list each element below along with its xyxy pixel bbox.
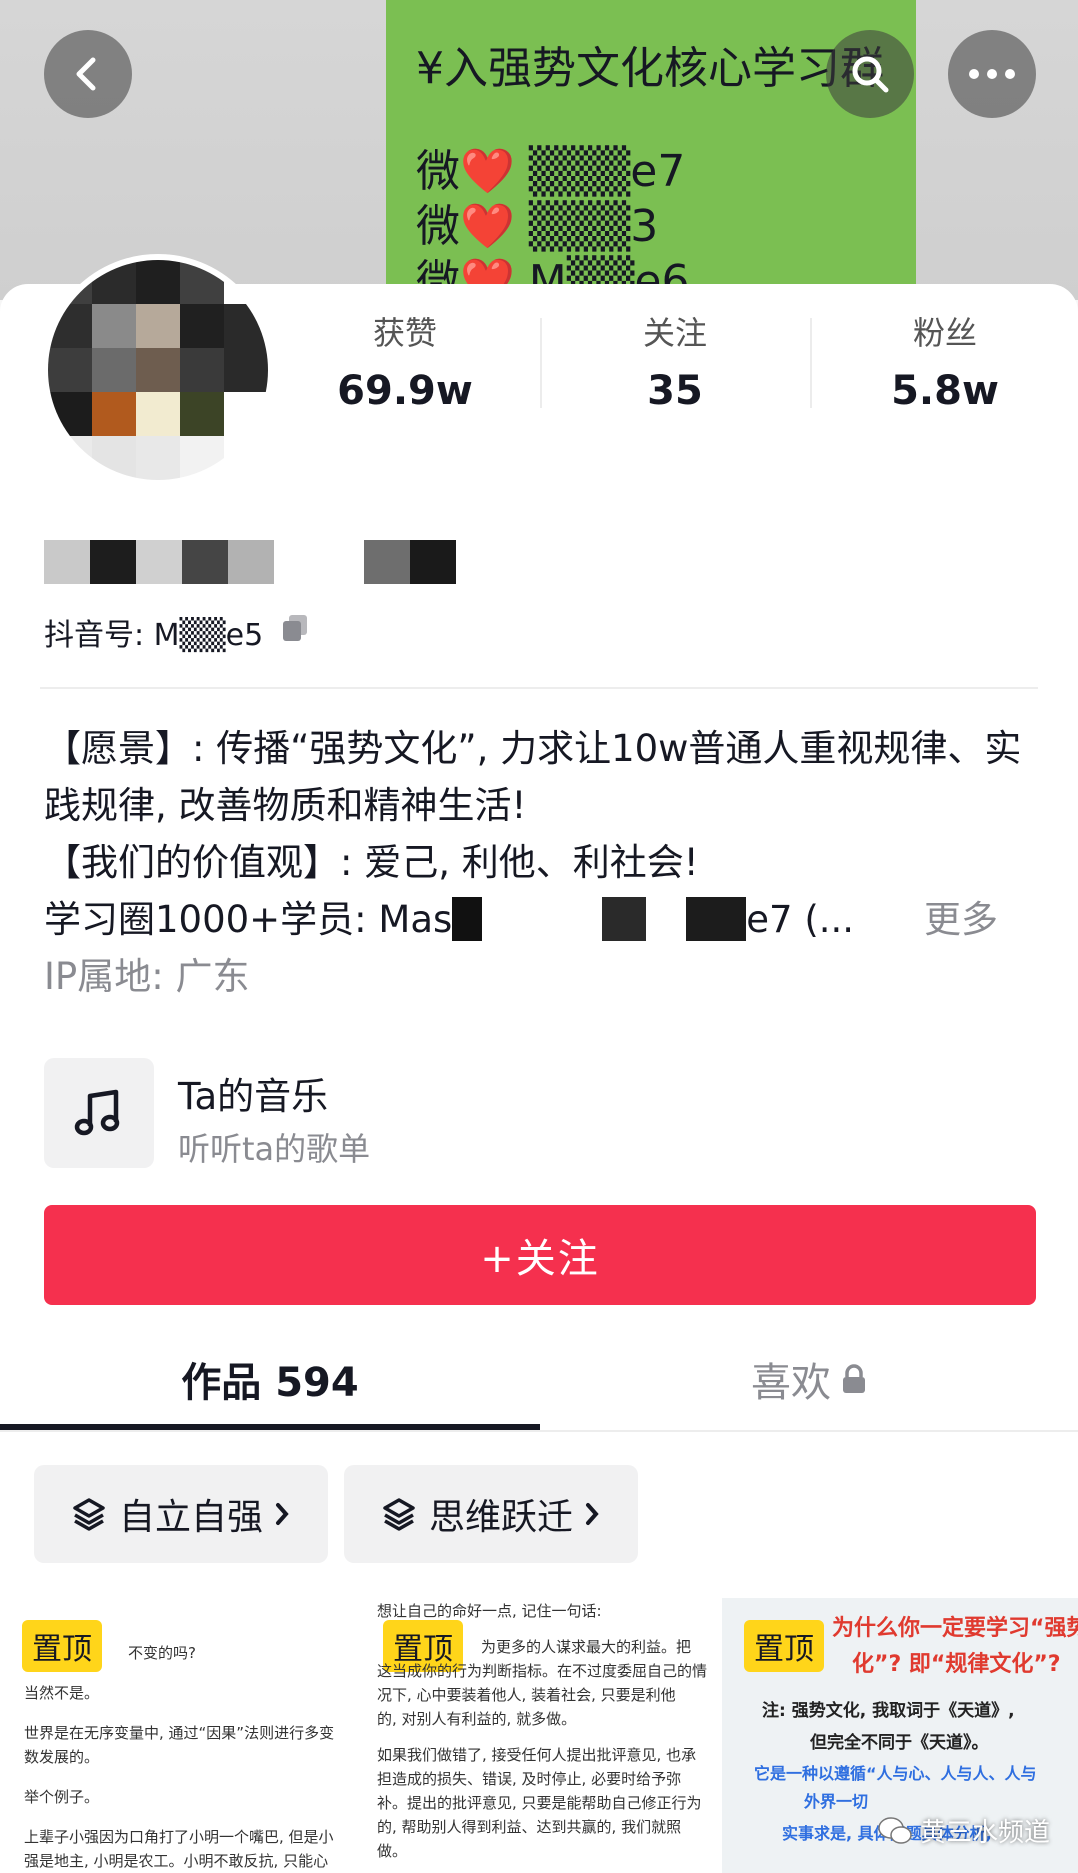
thumb-text: 强是地主, 小明是农工。小明不敢反抗, 只能心: [24, 1852, 329, 1870]
video-thumbnail[interactable]: 置顶 不变的吗? 当然不是。 世界是在无序变量中, 通过“因果”法则进行多变 数…: [0, 1598, 358, 1873]
thumb-text: 当然不是。: [24, 1684, 100, 1702]
wechat-icon: [878, 1816, 912, 1844]
search-button[interactable]: [826, 30, 914, 118]
avatar[interactable]: [42, 254, 274, 486]
more-dots-icon: [969, 69, 1015, 79]
thumb-text: 外界一切: [804, 1792, 869, 1811]
copy-button[interactable]: [279, 612, 311, 652]
thumb-text: 举个例子。: [24, 1788, 100, 1806]
thumb-text: 数发展的。: [24, 1748, 100, 1766]
pinned-badge: 置顶: [22, 1620, 102, 1672]
music-subtitle: 听听ta的歌单: [178, 1130, 371, 1168]
watermark: 黄三水频道: [878, 1812, 1050, 1849]
thumb-text: 的, 帮助别人得到利益、达到共赢的, 我们就照: [377, 1818, 682, 1836]
follow-button[interactable]: +关注: [44, 1205, 1036, 1305]
stat-label: 获赞: [372, 314, 437, 352]
divider: [40, 687, 1038, 689]
stat-label: 关注: [642, 314, 707, 352]
thumb-heading: 为什么你一定要学习“强势文: [832, 1616, 1078, 1641]
thumb-heading: 化”? 即“规律文化”?: [852, 1652, 1061, 1677]
thumb-text: 这当成你的行为判断指标。在不过度委屈自己的情: [377, 1662, 708, 1680]
divider: [0, 1430, 1078, 1432]
thumb-text: 世界是在无序变量中, 通过“因果”法则进行多变: [24, 1724, 335, 1742]
pinned-badge: 置顶: [744, 1620, 824, 1672]
ip-location: IP属地: 广东: [44, 955, 250, 998]
douyin-id: 抖音号: M▒▒e5: [44, 610, 311, 654]
bio-line: 【愿景】: 传播“强势文化”, 力求让10w普通人重视规律、实: [44, 727, 1022, 770]
banner-title: ¥入强势文化核心学习群: [416, 43, 884, 94]
stat-following[interactable]: 关注 35: [540, 308, 810, 414]
stat-followers[interactable]: 粉丝 5.8w: [810, 308, 1078, 414]
bio-line: 【我们的价值观】: 爱己, 利他、利社会!: [44, 841, 699, 884]
redacted-block: [452, 897, 603, 941]
thumb-text: 不变的吗?: [128, 1644, 196, 1662]
bio-line: 践规律, 改善物质和精神生活!: [44, 784, 527, 827]
music-cover[interactable]: [44, 1058, 154, 1168]
thumb-text: 但完全不同于《天道》。: [810, 1733, 989, 1753]
back-button[interactable]: [44, 30, 132, 118]
thumb-text: 上辈子小强因为口角打了小明一个嘴巴, 但是小: [24, 1828, 334, 1846]
layers-icon: [73, 1498, 105, 1531]
chevron-left-icon: [76, 57, 96, 91]
stat-value: 35: [647, 368, 703, 414]
stat-likes[interactable]: 获赞 69.9w: [270, 308, 540, 414]
more-button[interactable]: [948, 30, 1036, 118]
thumb-text: 做。: [377, 1842, 408, 1860]
collection-label: 思维跃迁: [428, 1497, 573, 1538]
thumb-text: 如果我们做错了, 接受任何人提出批评意见, 也承: [377, 1746, 697, 1764]
collection-chip[interactable]: 自立自强: [34, 1465, 328, 1563]
collection-chip[interactable]: 思维跃迁: [344, 1465, 638, 1563]
redacted-block: [602, 897, 647, 941]
copy-icon: [283, 615, 308, 641]
video-thumbnail[interactable]: 想让自己的命好一点, 记住一句话: 置顶 为更多的人谋求最大的利益。把 这当成你…: [361, 1598, 719, 1873]
redacted-block: [686, 897, 747, 941]
thumb-text: 况下, 心中要装着他人, 装着社会, 只要是利他: [377, 1686, 676, 1704]
music-title[interactable]: Ta的音乐: [178, 1066, 328, 1120]
collection-label: 自立自强: [118, 1497, 263, 1538]
watermark-text: 黄三水频道: [920, 1818, 1051, 1848]
search-icon: [852, 56, 889, 93]
layers-icon: [383, 1498, 415, 1531]
thumb-text: 为更多的人谋求最大的利益。把: [481, 1638, 692, 1656]
douyin-id-text: 抖音号: M▒▒e5: [44, 618, 264, 653]
chevron-right-icon: [586, 1503, 599, 1525]
thumb-text: 注: 强势文化, 我取词于《天道》,: [762, 1701, 1015, 1721]
music-note-icon: [74, 1089, 120, 1136]
nickname-mosaic: [44, 540, 456, 584]
stat-value: 5.8w: [891, 368, 999, 414]
stat-value: 69.9w: [337, 368, 473, 414]
tab-works[interactable]: 作品 594: [0, 1350, 540, 1408]
bio-students-suffix: e7 (...: [746, 898, 855, 941]
bio-students-prefix: 学习圈1000+学员: Mas: [44, 898, 453, 941]
stat-label: 粉丝: [912, 314, 977, 352]
tab-likes[interactable]: 喜欢: [540, 1350, 1078, 1408]
thumb-text: 的, 对别人有利益的, 就多做。: [377, 1710, 577, 1728]
bio-line-students: 学习圈1000+学员: Mas e7 (...: [44, 891, 854, 948]
thumb-text: 补。提出的批评意见, 只要是能帮助自己修正行为: [377, 1794, 702, 1812]
tab-likes-label: 喜欢: [751, 1360, 831, 1406]
chevron-right-icon: [276, 1503, 289, 1525]
thumb-text: 它是一种以遵循“人与心、人与人、人与: [754, 1764, 1037, 1783]
avatar-mosaic: [48, 260, 268, 480]
thumb-text: 担造成的损失、错误, 及时停止, 必要时给予弥: [377, 1770, 682, 1788]
lock-icon: [843, 1364, 865, 1393]
more-link[interactable]: 更多: [924, 891, 998, 948]
